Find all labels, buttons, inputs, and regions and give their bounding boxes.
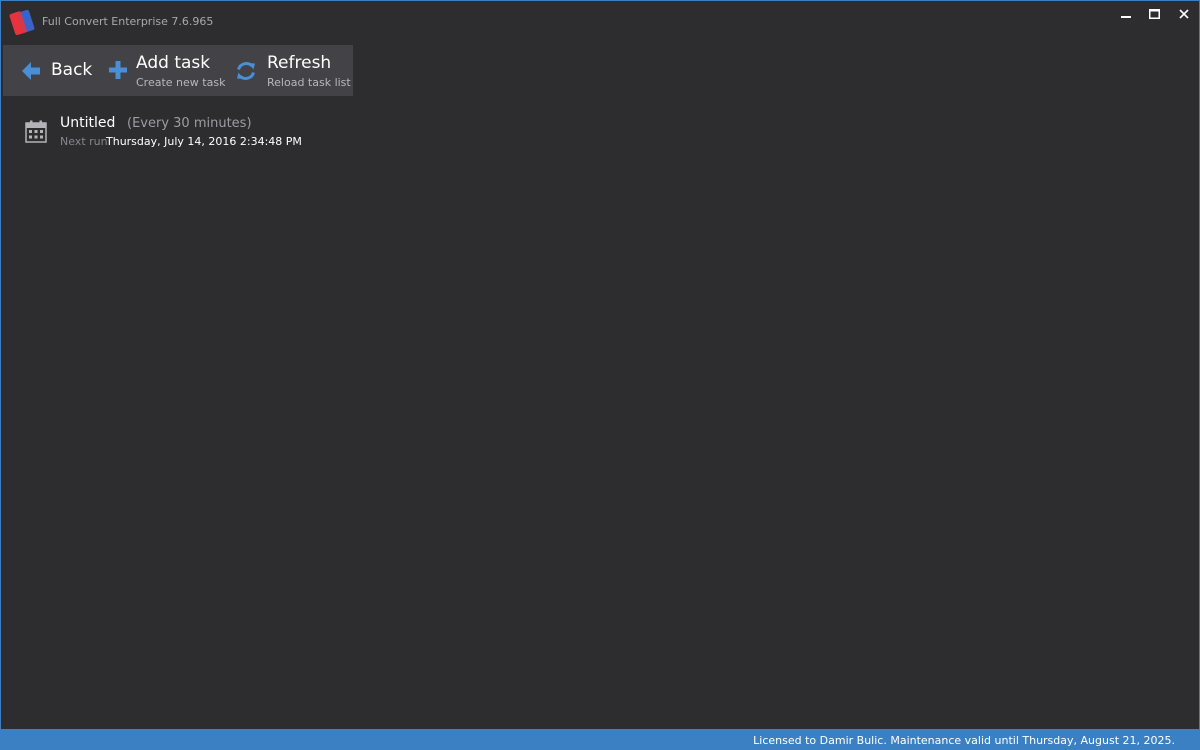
task-item[interactable]: Untitled (Every 30 minutes) Next run Thu… [15, 109, 415, 153]
refresh-label: Refresh [267, 53, 332, 73]
arrow-left-icon [22, 62, 40, 80]
minimize-icon [1121, 16, 1131, 18]
toolbar: Back Add task Create new task Refresh Re… [3, 45, 353, 96]
app-window: Full Convert Enterprise 7.6.965 Back Add… [0, 0, 1200, 750]
back-button[interactable]: Back [3, 45, 101, 96]
app-logo-icon [9, 9, 35, 36]
title-bar[interactable]: Full Convert Enterprise 7.6.965 [1, 1, 1199, 41]
back-label: Back [51, 60, 93, 80]
task-schedule: (Every 30 minutes) [127, 116, 252, 131]
refresh-sublabel: Reload task list [267, 76, 351, 89]
maximize-icon [1148, 9, 1160, 19]
refresh-icon [237, 62, 255, 80]
license-status-text: Licensed to Damir Bulic. Maintenance val… [753, 734, 1175, 747]
refresh-button[interactable]: Refresh Reload task list [227, 45, 353, 96]
task-name: Untitled [60, 115, 116, 131]
status-bar: Licensed to Damir Bulic. Maintenance val… [1, 729, 1199, 750]
add-task-sublabel: Create new task [136, 76, 226, 89]
add-task-label: Add task [136, 53, 211, 73]
calendar-icon [25, 120, 47, 143]
maximize-button[interactable] [1138, 1, 1170, 27]
close-button[interactable] [1168, 1, 1199, 27]
close-icon [1179, 9, 1189, 19]
plus-icon [109, 61, 127, 79]
window-title: Full Convert Enterprise 7.6.965 [42, 15, 214, 28]
next-run-label: Next run [60, 135, 108, 148]
add-task-button[interactable]: Add task Create new task [101, 45, 227, 96]
next-run-value: Thursday, July 14, 2016 2:34:48 PM [106, 135, 302, 148]
